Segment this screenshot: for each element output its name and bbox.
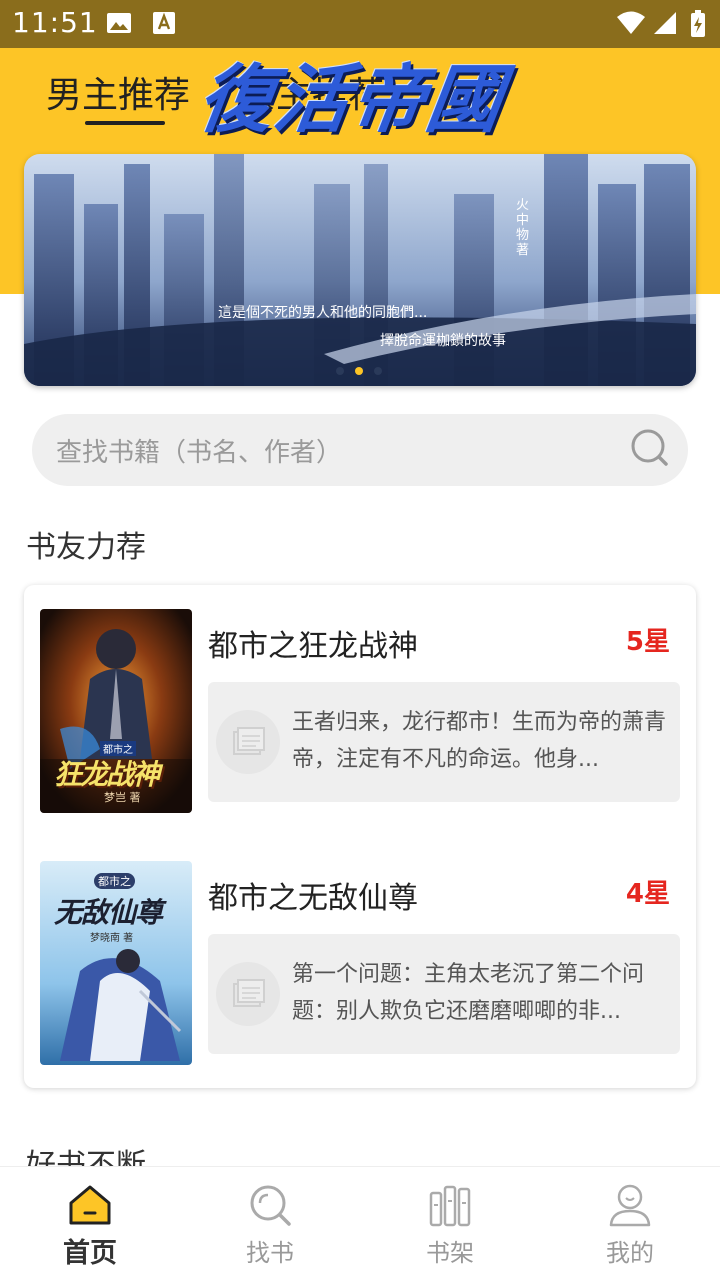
nav-find-books-label: 找书 xyxy=(246,1239,294,1267)
book-cover: 都市之 无敌仙尊 梦晓南 著 xyxy=(40,861,192,1065)
profile-icon xyxy=(608,1183,652,1227)
nav-profile[interactable]: 我的 xyxy=(540,1167,720,1280)
book-title: 都市之无敌仙尊 xyxy=(208,881,418,916)
banner-artwork xyxy=(24,154,696,386)
app-notification-icon xyxy=(152,10,176,40)
book-title: 都市之狂龙战神 xyxy=(208,629,418,664)
tab-male-recommend[interactable]: 男主推荐 xyxy=(46,66,190,118)
banner-tagline-2: 擇脫命運枷鎖的故事 xyxy=(380,333,506,349)
cover-author: 梦岂 著 xyxy=(104,791,141,804)
nav-bookshelf[interactable]: 书架 xyxy=(360,1167,540,1280)
book-rating: 5星 xyxy=(625,627,670,657)
placeholder-image-icon xyxy=(216,710,280,774)
list-item[interactable]: 都市之 狂龙战神 梦岂 著 都市之狂龙战神 5星 王者归来，龙行都市！生而为帝的… xyxy=(24,609,696,829)
book-description: 第一个问题：主角太老沉了第二个问题：别人欺负它还磨磨唧唧的非... xyxy=(292,962,645,1024)
banner-author: 火中物 著 xyxy=(516,198,530,258)
search-input[interactable]: 查找书籍（书名、作者） xyxy=(32,414,688,486)
book-description-box: 王者归来，龙行都市！生而为帝的萧青帝，注定有不凡的命运。他身... xyxy=(208,682,680,802)
placeholder-image-icon xyxy=(216,962,280,1026)
bookshelf-icon xyxy=(428,1183,472,1227)
nav-home-label: 首页 xyxy=(63,1238,117,1269)
section-title-recommend: 书友力荐 xyxy=(26,530,146,565)
banner-tagline-1: 這是個不死的男人和他的同胞們... xyxy=(218,305,428,321)
cover-title: 无敌仙尊 xyxy=(54,896,163,929)
image-notification-icon xyxy=(106,10,132,40)
promo-banner[interactable] xyxy=(24,154,696,386)
home-icon xyxy=(68,1183,112,1227)
active-tab-indicator xyxy=(85,121,165,125)
banner-dot-2-active[interactable] xyxy=(355,367,363,375)
wifi-icon xyxy=(616,10,646,40)
book-description-box: 第一个问题：主角太老沉了第二个问题：别人欺负它还磨磨唧唧的非... xyxy=(208,934,680,1054)
recommend-book-card: 都市之 狂龙战神 梦岂 著 都市之狂龙战神 5星 王者归来，龙行都市！生而为帝的… xyxy=(24,585,696,1088)
banner-dot-1[interactable] xyxy=(336,367,344,375)
nav-bookshelf-label: 书架 xyxy=(426,1239,474,1267)
list-item[interactable]: 都市之 无敌仙尊 梦晓南 著 都市之无敌仙尊 4星 第一个问题：主角太老沉了第二… xyxy=(24,861,696,1081)
nav-profile-label: 我的 xyxy=(606,1239,654,1267)
banner-title: 復活帝國 xyxy=(193,57,510,143)
banner-dot-3[interactable] xyxy=(374,367,382,375)
status-time: 11:51 xyxy=(12,6,98,39)
cover-series: 都市之 xyxy=(94,873,135,889)
book-rating: 4星 xyxy=(625,879,670,909)
search-icon[interactable] xyxy=(630,428,670,472)
nav-find-books[interactable]: 找书 xyxy=(180,1167,360,1280)
cover-title: 狂龙战神 xyxy=(54,758,160,791)
bottom-nav: 首页 找书 书架 我的 xyxy=(0,1166,720,1280)
battery-icon xyxy=(690,10,706,42)
book-description: 王者归来，龙行都市！生而为帝的萧青帝，注定有不凡的命运。他身... xyxy=(292,710,667,772)
cover-author: 梦晓南 著 xyxy=(90,933,134,944)
search-placeholder: 查找书籍（书名、作者） xyxy=(56,438,343,468)
signal-icon xyxy=(652,10,678,40)
book-cover: 都市之 狂龙战神 梦岂 著 xyxy=(40,609,192,813)
nav-home[interactable]: 首页 xyxy=(0,1167,180,1280)
search-icon xyxy=(248,1183,292,1227)
